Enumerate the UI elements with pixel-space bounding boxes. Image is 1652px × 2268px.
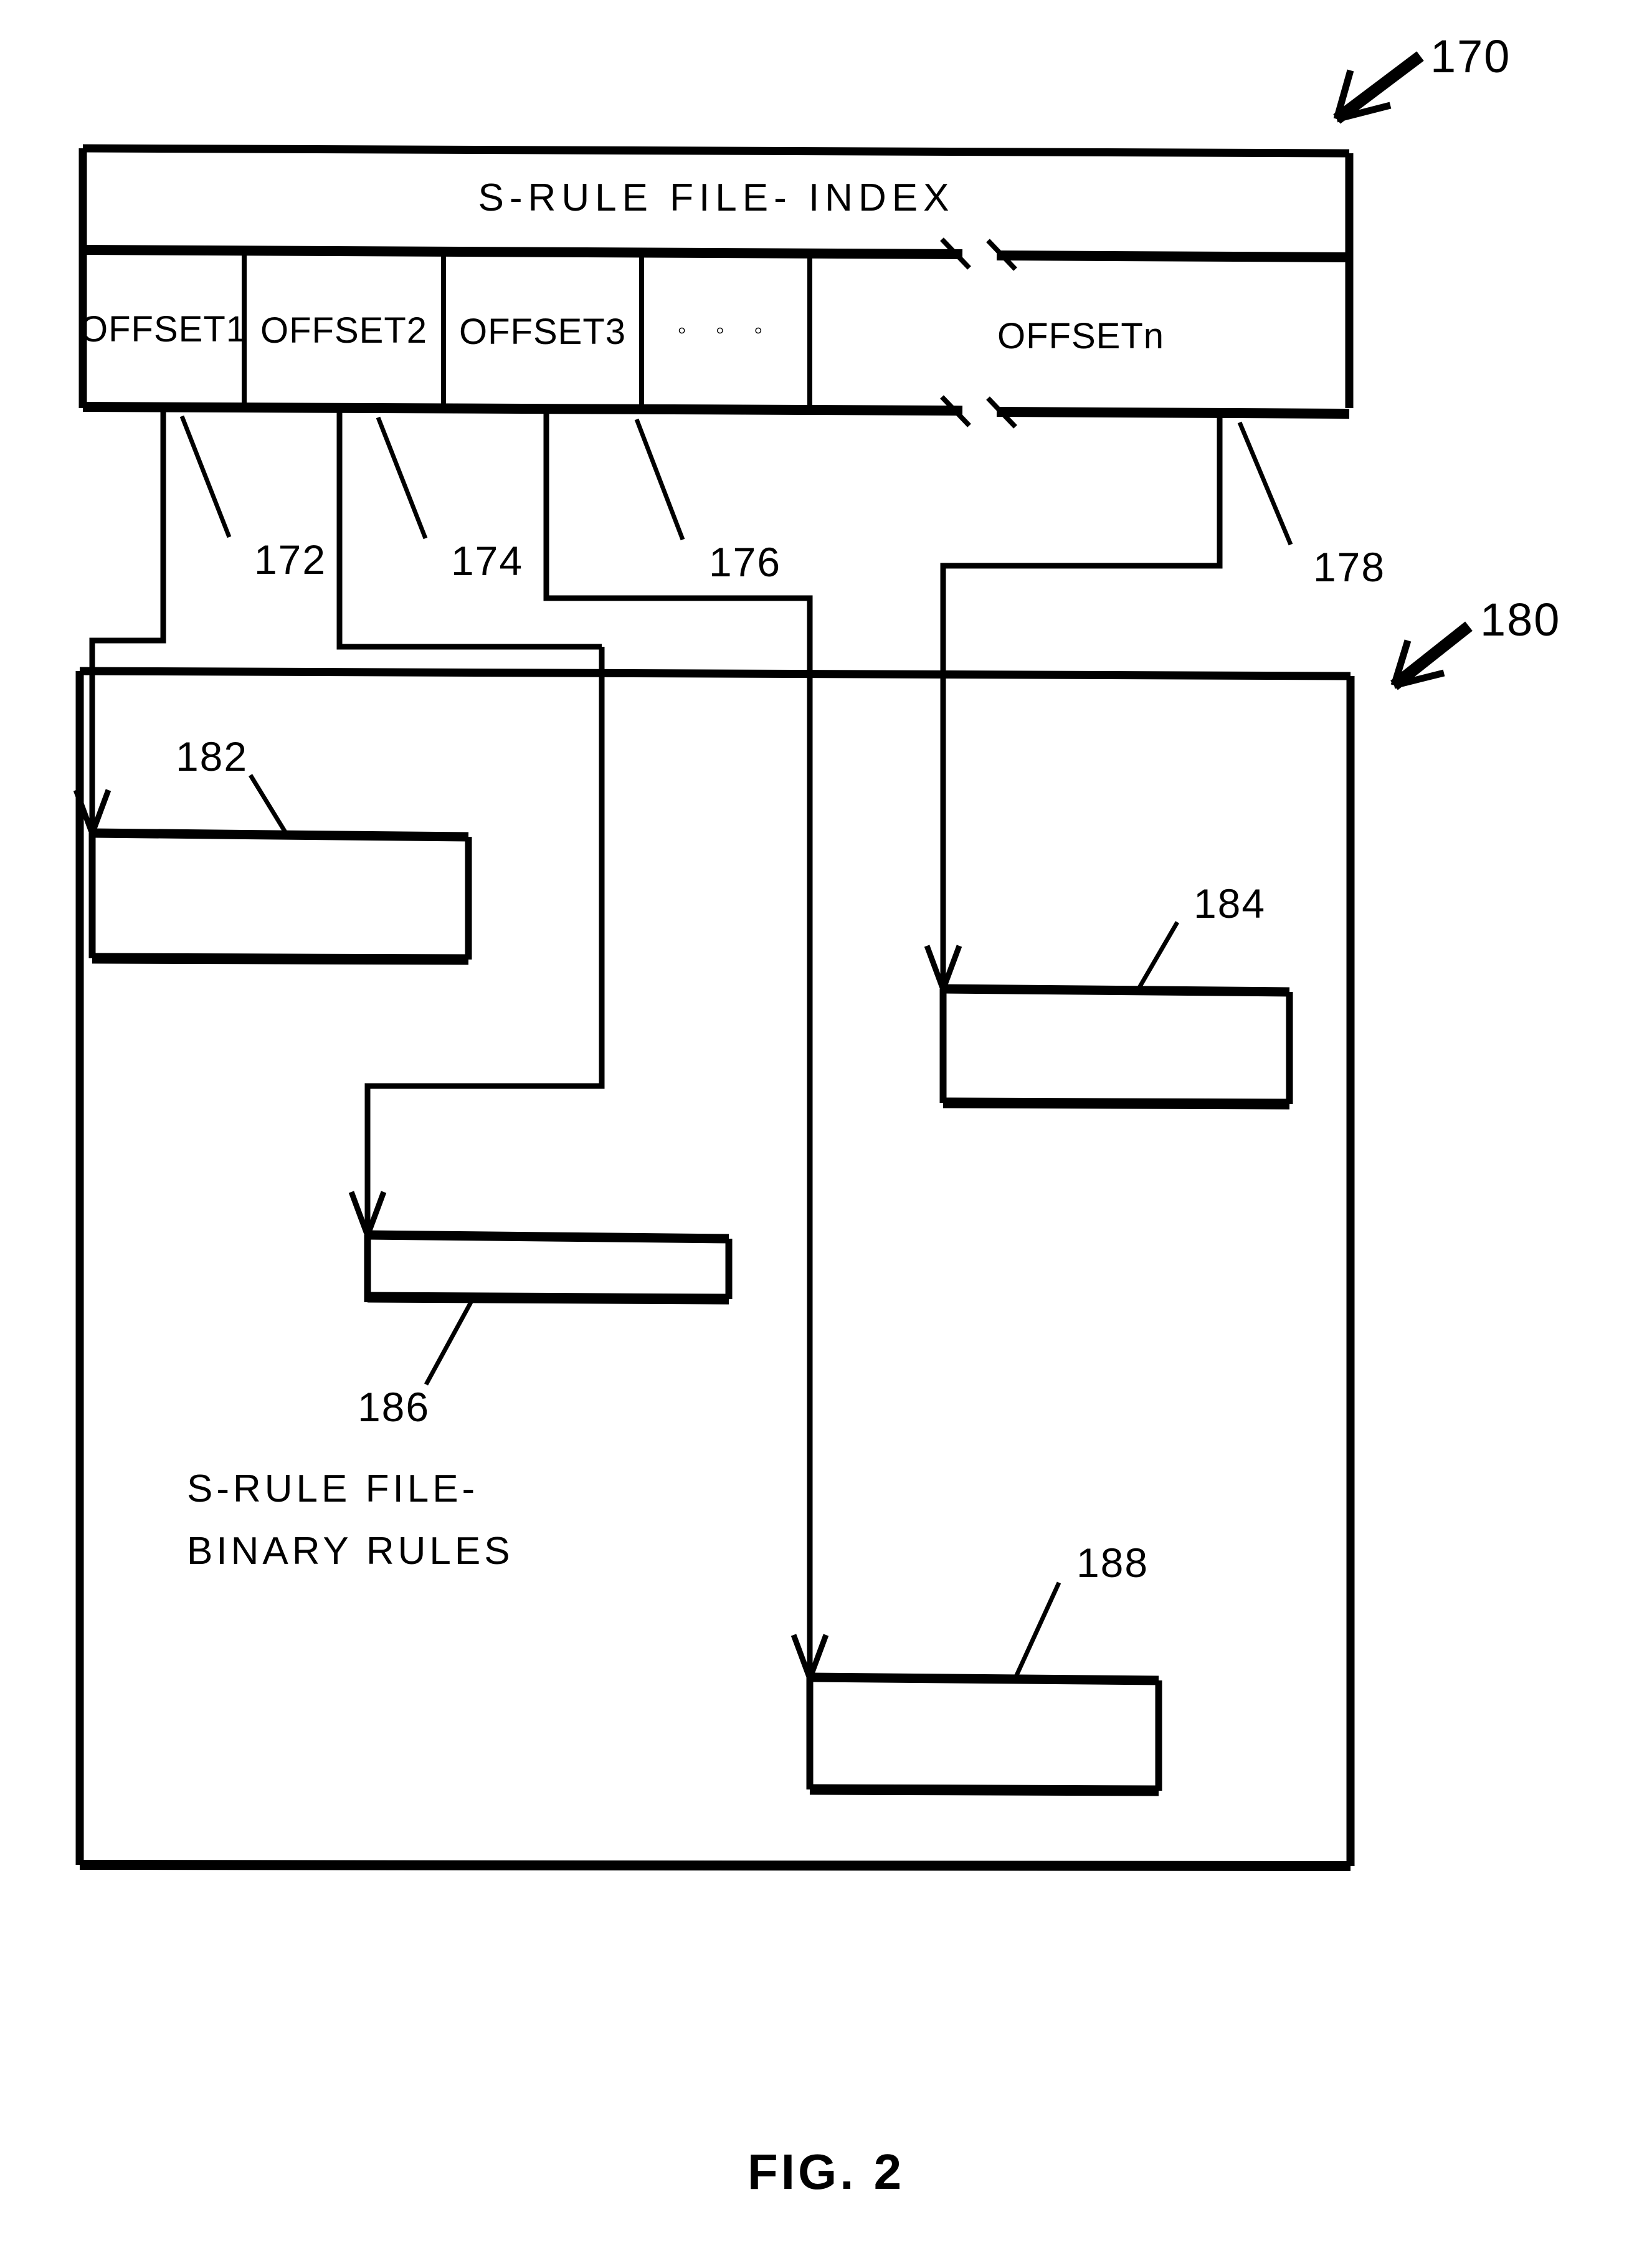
leader-172 xyxy=(179,415,232,538)
diagram-linework xyxy=(73,51,1473,1871)
ref-numeral-188: 188 xyxy=(1076,1540,1149,1586)
connector-offset3-to-rule188 xyxy=(543,414,829,1687)
ref-numeral-182: 182 xyxy=(175,733,249,779)
index-cell-offset2-label: OFFSET2 xyxy=(260,310,428,351)
ref-numeral-186: 186 xyxy=(357,1384,430,1430)
figure-caption: FIG. 2 xyxy=(747,2144,905,2199)
ref-numeral-178: 178 xyxy=(1313,544,1386,590)
leader-176 xyxy=(634,418,685,541)
ref-numeral-180: 180 xyxy=(1480,594,1561,646)
index-cell-ellipsis-label: ◦ ◦ ◦ xyxy=(677,317,774,344)
leader-174 xyxy=(376,416,428,540)
ref-numeral-170: 170 xyxy=(1430,31,1511,82)
leader-178 xyxy=(1237,421,1293,546)
index-cell-offset3-label: OFFSET3 xyxy=(458,312,627,352)
ref-numeral-176: 176 xyxy=(708,539,782,585)
binary-rules-label-line1: S-RULE FILE- xyxy=(187,1467,479,1510)
rule-box-182 xyxy=(88,828,472,965)
connector-offset1-to-rule182 xyxy=(73,411,166,842)
rule-box-188 xyxy=(806,1672,1162,1796)
connector-offset2-to-rule186 xyxy=(336,412,605,1244)
ref-numeral-172: 172 xyxy=(254,536,327,583)
index-cell-offset1-label: OFFSET1 xyxy=(79,309,247,350)
binary-rules-label-line2: BINARY RULES xyxy=(187,1530,514,1573)
ref-arrow-170 xyxy=(1333,51,1424,124)
rule-box-184 xyxy=(939,984,1293,1110)
index-header-label: S-RULE FILE- INDEX xyxy=(478,176,955,219)
leader-188 xyxy=(1013,1581,1061,1679)
ref-arrow-180 xyxy=(1390,621,1473,690)
ref-numeral-184: 184 xyxy=(1193,880,1266,927)
ref-numeral-174: 174 xyxy=(450,538,524,584)
patent-figure: S-RULE FILE- INDEX OFFSET1 OFFSET2 OFFSE… xyxy=(0,0,1652,2268)
connector-offsetn-to-rule184 xyxy=(924,416,1223,998)
leader-186 xyxy=(424,1301,473,1386)
rule-box-186 xyxy=(364,1230,733,1305)
index-cell-offsetn-label: OFFSETn xyxy=(997,316,1165,356)
leader-184 xyxy=(1135,921,1180,992)
leader-182 xyxy=(249,774,290,837)
